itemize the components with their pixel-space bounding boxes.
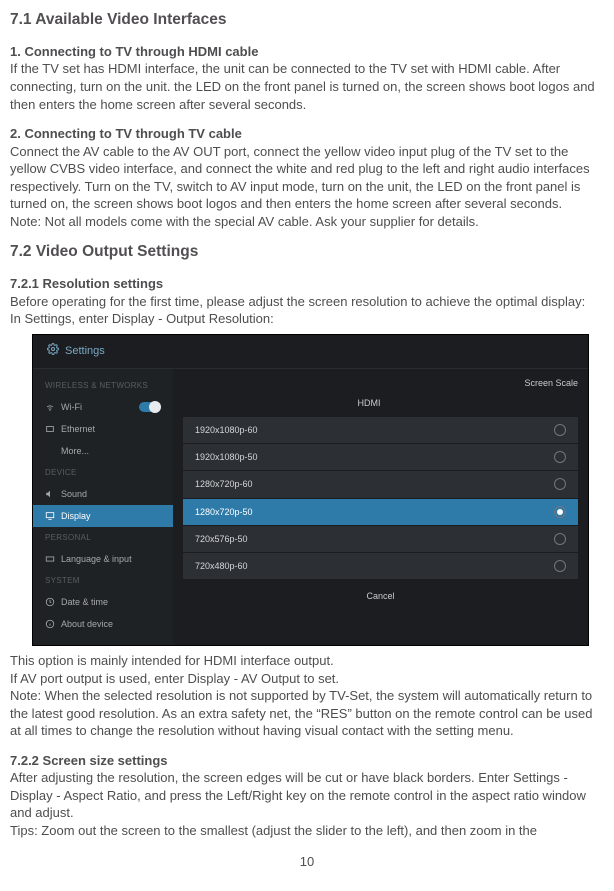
ss-header: Settings (33, 335, 588, 369)
language-icon (45, 554, 55, 564)
sec-7-2-2-body: After adjusting the resolution, the scre… (10, 769, 604, 822)
resolution-option[interactable]: 1920x1080p-50 (183, 444, 578, 471)
after-img-1: This option is mainly intended for HDMI … (10, 652, 604, 670)
wifi-toggle[interactable] (139, 402, 161, 412)
resolution-label: 1280x720p-50 (195, 506, 253, 518)
resolution-option[interactable]: 720x480p-60 (183, 553, 578, 580)
sec-7-1-2-title: 2. Connecting to TV through TV cable (10, 125, 604, 143)
ss-nav-about[interactable]: About device (33, 613, 173, 635)
radio-icon (554, 451, 566, 463)
sec-7-1-2-note: Note: Not all models come with the speci… (10, 213, 604, 231)
section-7-2-title: 7.2 Video Output Settings (10, 242, 604, 263)
cancel-button[interactable]: Cancel (183, 580, 578, 612)
sec-7-1-1: 1. Connecting to TV through HDMI cable I… (10, 43, 604, 113)
sec-7-2-1-line2: In Settings, enter Display - Output Reso… (10, 310, 604, 328)
resolution-label: 1920x1080p-50 (195, 451, 258, 463)
ss-header-title: Settings (65, 344, 105, 359)
sec-7-2-2-tip: Tips: Zoom out the screen to the smalles… (10, 822, 604, 840)
ss-nav-wifi-label: Wi-Fi (61, 401, 82, 413)
ss-nav-ethernet[interactable]: Ethernet (33, 418, 173, 440)
sec-7-1-1-title: 1. Connecting to TV through HDMI cable (10, 43, 604, 61)
sec-7-2-1-intro: 7.2.1 Resolution settings Before operati… (10, 275, 604, 328)
radio-icon (554, 424, 566, 436)
sec-7-2-1-title: 7.2.1 Resolution settings (10, 275, 604, 293)
ss-nav-date-label: Date & time (61, 596, 108, 608)
ss-nav-sound[interactable]: Sound (33, 483, 173, 505)
after-img-2: If AV port output is used, enter Display… (10, 670, 604, 688)
settings-screenshot: Settings WIRELESS & NETWORKS Wi-Fi Ether… (32, 334, 589, 646)
ss-nav-language[interactable]: Language & input (33, 548, 173, 570)
sound-icon (45, 489, 55, 499)
ss-nav-more[interactable]: More... (33, 440, 173, 462)
ss-hdmi-label: HDMI (358, 398, 381, 408)
ss-nav-more-label: More... (61, 445, 89, 457)
ss-sidebar: WIRELESS & NETWORKS Wi-Fi Ethernet More.… (33, 369, 173, 646)
sec-7-2-2-title: 7.2.2 Screen size settings (10, 752, 604, 770)
resolution-label: 1920x1080p-60 (195, 424, 258, 436)
ss-section-device: DEVICE (33, 462, 173, 483)
ss-nav-about-label: About device (61, 618, 113, 630)
resolution-option[interactable]: 1920x1080p-60 (183, 417, 578, 444)
ss-nav-display-label: Display (61, 510, 91, 522)
resolution-option[interactable]: 1280x720p-50 (183, 499, 578, 526)
ss-nav-language-label: Language & input (61, 553, 132, 565)
ethernet-icon (45, 424, 55, 434)
sec-7-1-2: 2. Connecting to TV through TV cable Con… (10, 125, 604, 230)
ss-nav-wifi[interactable]: Wi-Fi (33, 396, 173, 418)
info-icon (45, 619, 55, 629)
resolution-label: 1280x720p-60 (195, 478, 253, 490)
ss-screen-scale-label: Screen Scale (524, 377, 578, 389)
radio-icon (554, 478, 566, 490)
ss-section-system: SYSTEM (33, 570, 173, 591)
resolution-option[interactable]: 1280x720p-60 (183, 471, 578, 498)
ss-nav-date[interactable]: Date & time (33, 591, 173, 613)
ss-main-panel: Screen Scale HDMI 1920x1080p-601920x1080… (173, 369, 588, 646)
ss-nav-sound-label: Sound (61, 488, 87, 500)
section-7-1-title: 7.1 Available Video Interfaces (10, 10, 604, 31)
page-number: 10 (10, 853, 604, 871)
display-icon (45, 511, 55, 521)
after-img-3: Note: When the selected resolution is no… (10, 687, 604, 740)
resolution-label: 720x480p-60 (195, 560, 248, 572)
wifi-icon (45, 402, 55, 412)
ss-nav-display[interactable]: Display (33, 505, 173, 527)
radio-icon (554, 533, 566, 545)
resolution-option[interactable]: 720x576p-50 (183, 526, 578, 553)
clock-icon (45, 597, 55, 607)
radio-icon (554, 560, 566, 572)
sec-7-2-1-line1: Before operating for the first time, ple… (10, 293, 604, 311)
sec-7-1-1-body: If the TV set has HDMI interface, the un… (10, 60, 604, 113)
radio-icon (554, 506, 566, 518)
ss-section-personal: PERSONAL (33, 527, 173, 548)
sec-7-1-2-body: Connect the AV cable to the AV OUT port,… (10, 143, 604, 213)
gear-icon (47, 343, 59, 360)
resolution-label: 720x576p-50 (195, 533, 248, 545)
ss-nav-ethernet-label: Ethernet (61, 423, 95, 435)
resolution-list: 1920x1080p-60 1920x1080p-50 1280x720p-60 12… (183, 417, 578, 580)
ss-section-wireless: WIRELESS & NETWORKS (33, 375, 173, 396)
sec-7-2-2: 7.2.2 Screen size settings After adjusti… (10, 752, 604, 840)
